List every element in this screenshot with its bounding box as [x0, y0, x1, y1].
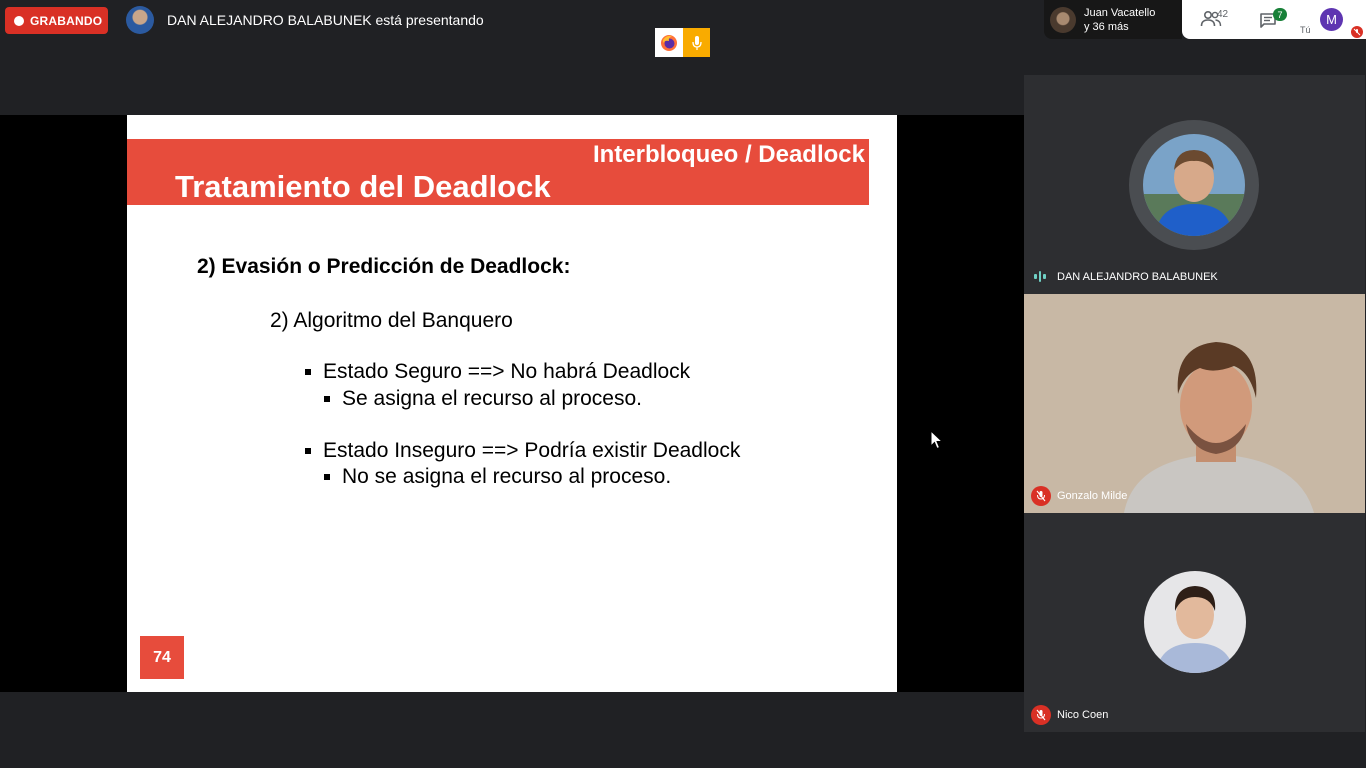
meet-window: GRABANDO DAN ALEJANDRO BALABUNEK está pr…: [0, 0, 1366, 768]
mic-off-icon: [1031, 705, 1051, 725]
speaking-indicator-icon: [1034, 271, 1046, 282]
chat-count-badge: 7: [1273, 8, 1287, 21]
bullet-icon: [305, 369, 311, 375]
participant-avatar: [1143, 134, 1245, 236]
participant-more: y 36 más: [1084, 20, 1129, 33]
mic-off-icon: [1351, 26, 1363, 38]
participant-video: [1024, 294, 1365, 513]
slide-page-number: 74: [140, 636, 184, 679]
participant-avatar: [1144, 571, 1246, 673]
participant-name: DAN ALEJANDRO BALABUNEK: [1057, 271, 1218, 283]
avatar-ring: [1129, 120, 1259, 250]
sub-bullet-text: Se asigna el recurso al proceso.: [342, 387, 642, 410]
mic-off-icon: [1031, 486, 1051, 506]
presentation-slide: Interbloqueo / Deadlock Tratamiento del …: [127, 115, 897, 692]
bullet-item: Estado Seguro ==> No habrá Deadlock: [305, 360, 690, 384]
bullet-icon: [324, 396, 330, 402]
screen-share-indicator[interactable]: [655, 28, 710, 57]
sub-bullet-item: Se asigna el recurso al proceso.: [324, 387, 642, 411]
slide-subtitle: Interbloqueo / Deadlock: [592, 141, 865, 168]
recording-label: GRABANDO: [30, 13, 103, 28]
slide-subheading: 2) Algoritmo del Banquero: [270, 309, 513, 332]
presenter-avatar: [126, 6, 154, 34]
slide-heading: 2) Evasión o Predicción de Deadlock:: [197, 255, 571, 278]
participants-preview[interactable]: Juan Vacatello y 36 más: [1044, 0, 1182, 39]
browser-icon: [655, 28, 683, 57]
presentation-stage: Interbloqueo / Deadlock Tratamiento del …: [0, 115, 1024, 692]
bullet-item: Estado Inseguro ==> Podría existir Deadl…: [305, 439, 740, 463]
recording-badge[interactable]: GRABANDO: [5, 7, 108, 34]
bullet-icon: [305, 448, 311, 454]
slide-banner: Interbloqueo / Deadlock Tratamiento del …: [127, 139, 869, 205]
slide-title: Tratamiento del Deadlock: [175, 169, 551, 204]
participant-name: Gonzalo Milde: [1057, 490, 1128, 502]
you-avatar[interactable]: M: [1320, 8, 1343, 31]
you-label: Tú: [1300, 25, 1311, 35]
participant-name: Nico Coen: [1057, 709, 1109, 721]
bullet-icon: [324, 474, 330, 480]
record-dot-icon: [14, 15, 24, 26]
sub-bullet-item: No se asigna el recurso al proceso.: [324, 465, 671, 489]
participants-count: 42: [1217, 9, 1229, 20]
participant-avatar: [1050, 6, 1076, 33]
presenting-status: DAN ALEJANDRO BALABUNEK está presentando: [167, 12, 484, 28]
bullet-text: Estado Seguro ==> No habrá Deadlock: [323, 360, 691, 383]
microphone-icon: [683, 28, 710, 57]
bullet-text: Estado Inseguro ==> Podría existir Deadl…: [323, 439, 741, 462]
sub-bullet-text: No se asigna el recurso al proceso.: [342, 465, 672, 488]
mouse-cursor-icon: [930, 430, 944, 450]
participant-tile[interactable]: Nico Coen: [1024, 513, 1365, 732]
participant-tile[interactable]: DAN ALEJANDRO BALABUNEK: [1024, 75, 1365, 294]
participant-video-tile[interactable]: Gonzalo Milde: [1024, 294, 1365, 513]
participant-name: Juan Vacatello: [1084, 6, 1156, 19]
